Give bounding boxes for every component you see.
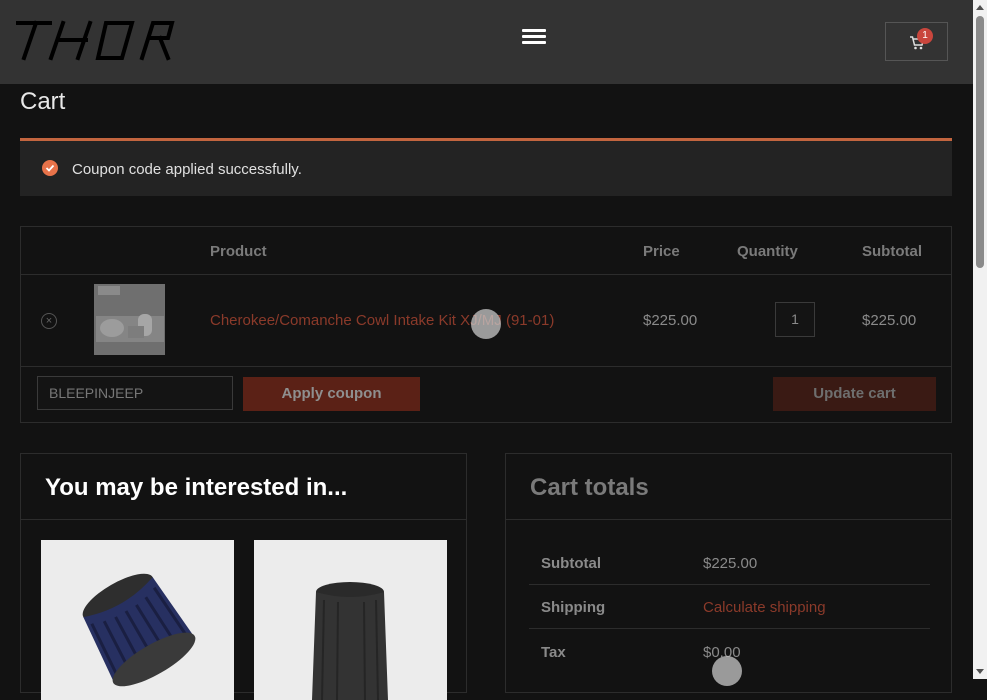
site-header: 1 (0, 0, 973, 84)
product-thumbnail[interactable] (94, 284, 165, 355)
recommendations-title: You may be interested in... (45, 474, 348, 501)
page-title: Cart (20, 88, 66, 115)
scroll-up-arrow-icon[interactable] (976, 5, 984, 10)
apply-coupon-button[interactable]: Apply coupon (243, 377, 420, 411)
success-notice: Coupon code applied successfully. (20, 138, 952, 196)
touch-indicator (471, 309, 501, 339)
header-product: Product (210, 243, 267, 260)
header-subtotal: Subtotal (862, 243, 922, 260)
panel-divider (21, 519, 466, 520)
item-subtotal: $225.00 (862, 312, 917, 329)
recommended-product-prefilter[interactable] (254, 540, 447, 700)
cart-button[interactable]: 1 (885, 22, 948, 61)
thor-logo[interactable] (14, 18, 177, 67)
table-divider (21, 366, 951, 367)
page-scrollbar[interactable] (973, 0, 987, 679)
hamburger-menu-icon[interactable] (522, 29, 546, 47)
scroll-down-arrow-icon[interactable] (976, 669, 984, 674)
recommendations-panel: You may be interested in... (20, 453, 467, 700)
panel-divider (506, 519, 951, 520)
scroll-thumb[interactable] (976, 16, 984, 268)
cart-totals-title: Cart totals (530, 474, 649, 501)
header-price: Price (643, 243, 680, 260)
product-link[interactable]: Cherokee/Comanche Cowl Intake Kit XJ/MJ … (210, 312, 554, 329)
remove-item-icon[interactable]: × (41, 313, 57, 329)
check-circle-icon (42, 160, 58, 176)
table-divider (21, 274, 951, 275)
item-price: $225.00 (643, 312, 698, 329)
quantity-input[interactable]: 1 (775, 302, 815, 337)
cart-count-badge: 1 (917, 28, 933, 44)
subtotal-value: $225.00 (703, 555, 758, 572)
update-cart-button[interactable]: Update cart (773, 377, 936, 411)
shipping-label: Shipping (541, 599, 606, 616)
recommended-product-air-filter[interactable] (41, 540, 234, 700)
header-quantity: Quantity (737, 243, 798, 260)
subtotal-label: Subtotal (541, 555, 601, 572)
calculate-shipping-link[interactable]: Calculate shipping (703, 599, 826, 616)
notice-message: Coupon code applied successfully. (72, 161, 302, 178)
touch-indicator (712, 656, 742, 686)
totals-divider (529, 628, 930, 629)
tax-label: Tax (541, 644, 566, 661)
coupon-code-input[interactable]: BLEEPINJEEP (37, 376, 233, 410)
totals-divider (529, 584, 930, 585)
